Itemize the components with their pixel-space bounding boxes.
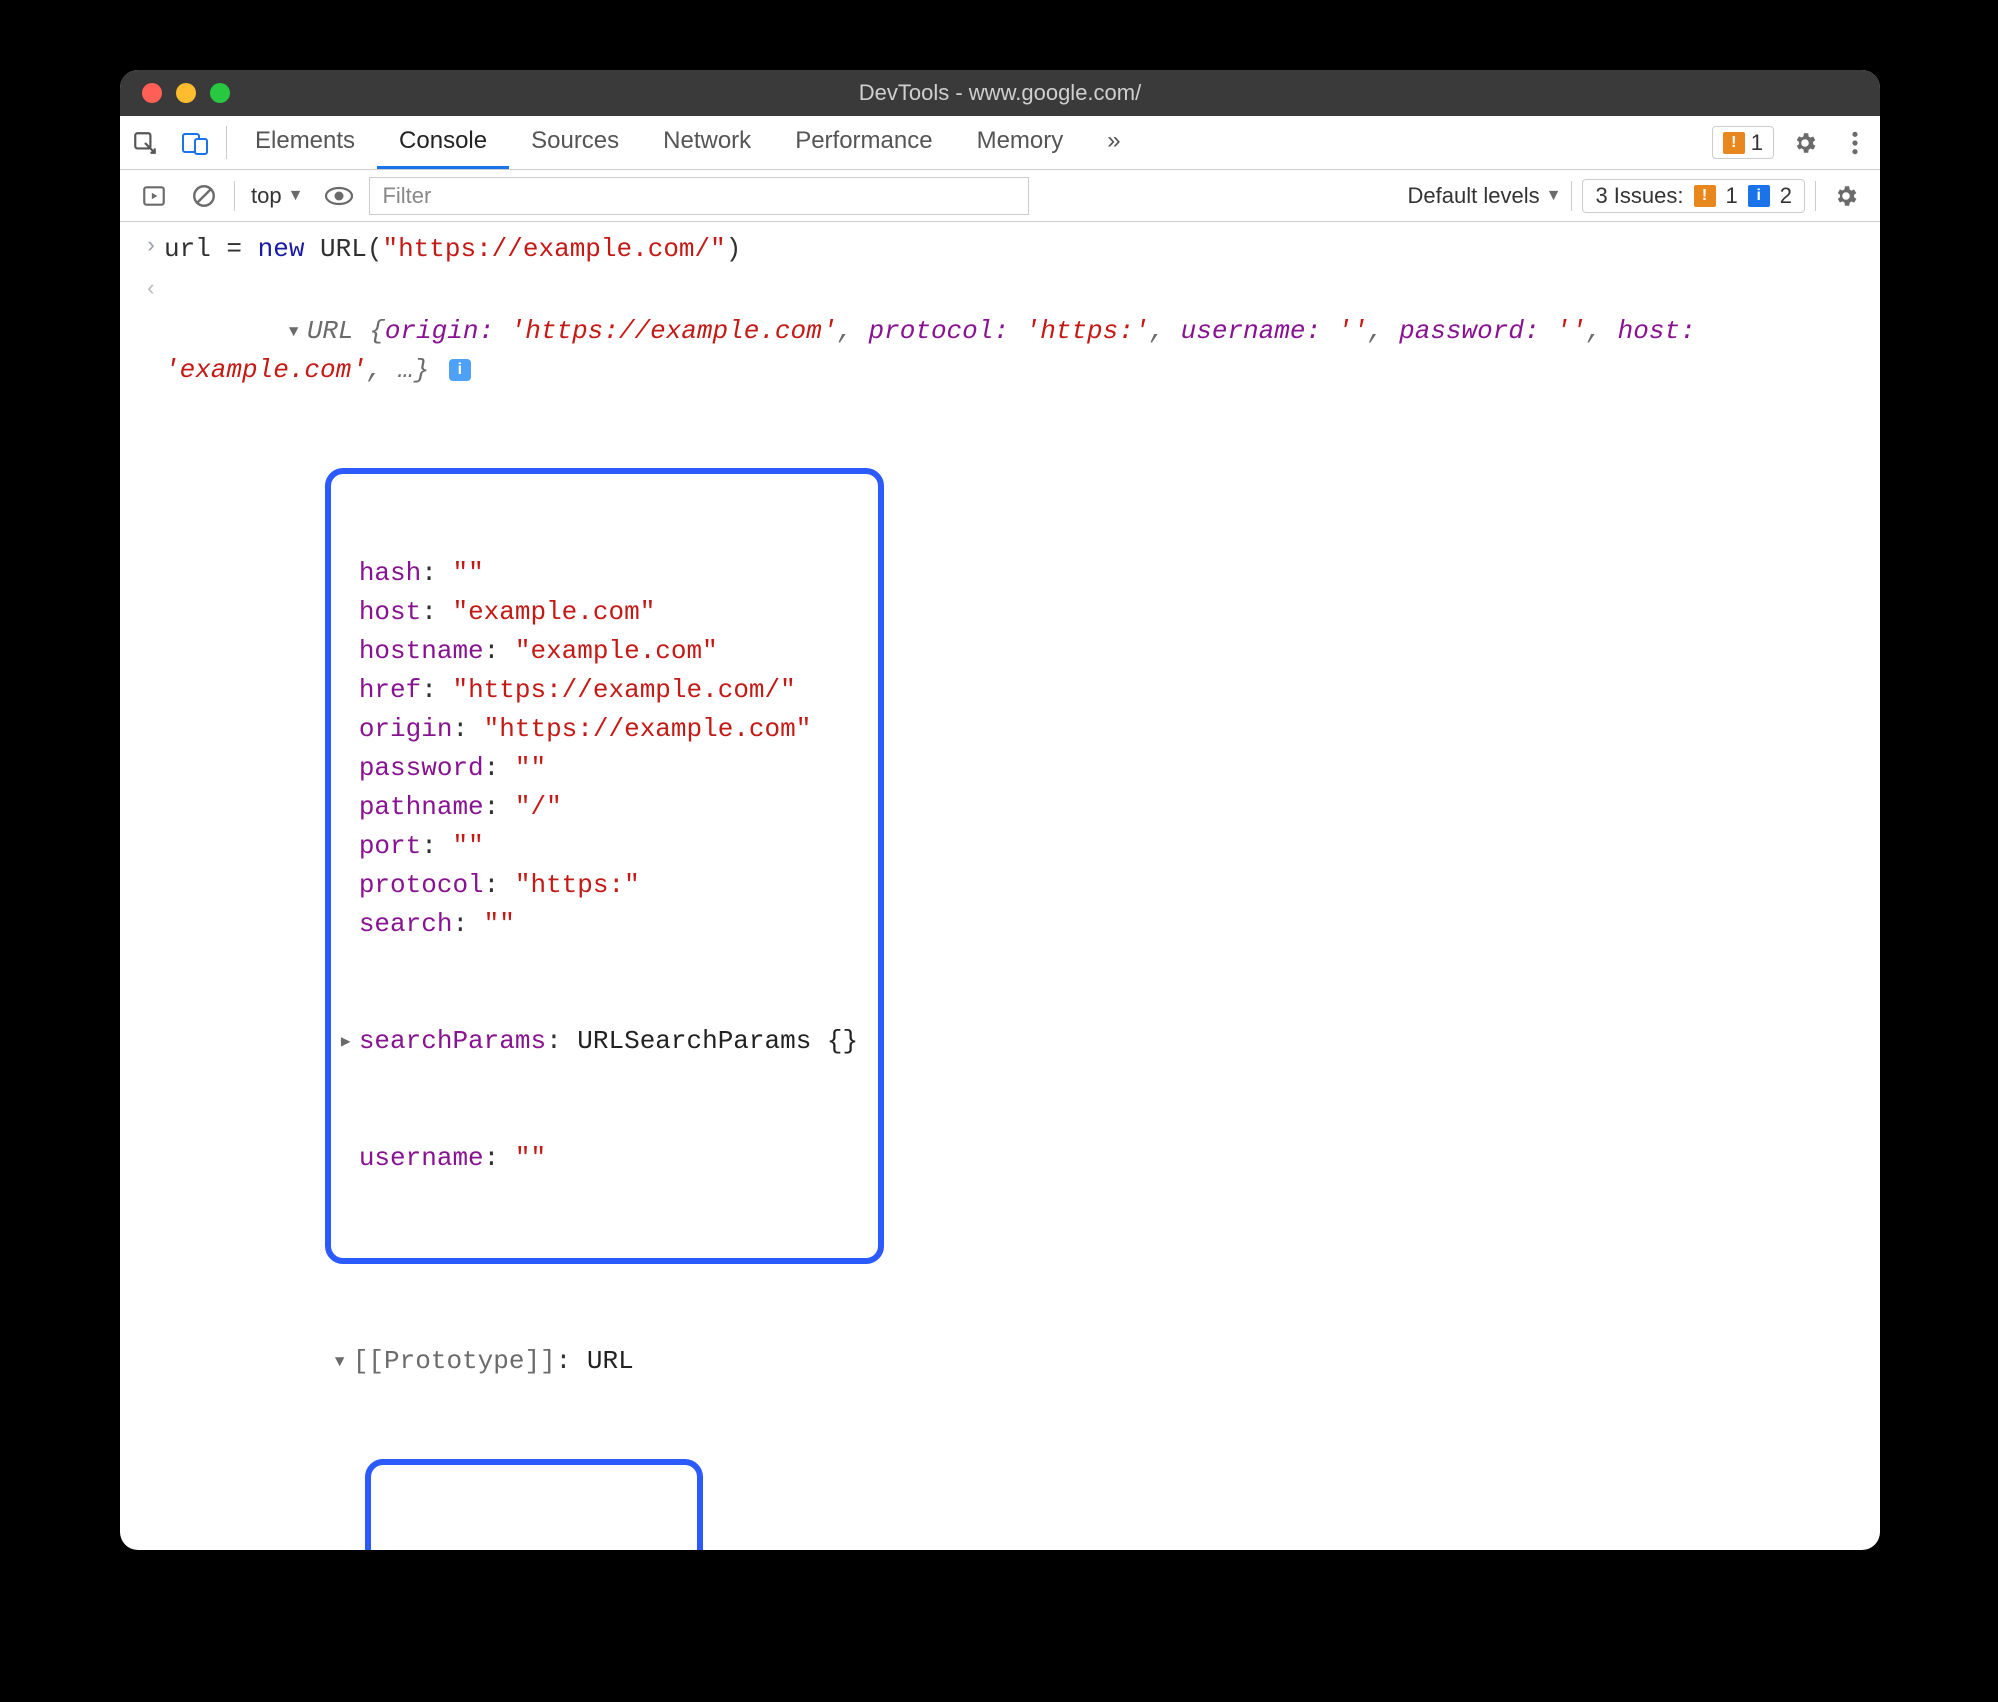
close-icon[interactable] [142,83,162,103]
clear-console-icon[interactable] [184,176,224,216]
info-icon: i [1748,185,1770,207]
property-row[interactable]: hash: "" [341,554,858,593]
log-levels-selector[interactable]: Default levels ▼ [1408,183,1562,209]
tab-network[interactable]: Network [641,116,773,169]
kebab-icon[interactable] [1830,116,1880,169]
levels-label: Default levels [1408,183,1540,209]
divider [234,181,235,211]
prompt-icon: › [138,230,164,263]
property-row[interactable]: searchParams: URLSearchParams {} [341,1022,858,1061]
result-icon: ‹ [138,273,164,306]
property-row[interactable]: href: "https://example.com/" [341,671,858,710]
tab-elements[interactable]: Elements [233,116,377,169]
console-toolbar: top ▼ Default levels ▼ 3 Issues: ! 1 i2 [120,170,1880,222]
own-properties: hash: ""host: "example.com"hostname: "ex… [120,431,1880,1301]
settings-icon[interactable] [1780,116,1830,169]
expand-icon[interactable] [341,1022,359,1061]
device-toggle-icon[interactable] [170,116,220,169]
sidebar-toggle-icon[interactable] [134,176,174,216]
titlebar: DevTools - www.google.com/ [120,70,1880,116]
caret-down-icon: ▼ [1546,187,1562,205]
traffic-lights [142,83,230,103]
context-label: top [251,183,282,209]
warnings-count: 1 [1751,130,1763,156]
tab-memory[interactable]: Memory [955,116,1086,169]
issues-button[interactable]: 3 Issues: ! 1 i2 [1582,179,1805,213]
console-input[interactable]: url = new URL("https://example.com/") [164,230,1862,269]
console-settings-icon[interactable] [1826,176,1866,216]
property-row[interactable]: hostname: "example.com" [341,632,858,671]
property-row[interactable]: hash: (...) [383,1543,679,1550]
window-title: DevTools - www.google.com/ [120,80,1880,106]
console-output-row: ‹ URL {origin: 'https://example.com', pr… [120,271,1880,431]
property-row[interactable]: port: "" [341,827,858,866]
object-summary[interactable]: URL {origin: 'https://example.com', prot… [164,273,1862,429]
warning-icon: ! [1723,132,1745,154]
property-row[interactable]: search: "" [341,905,858,944]
devtools-window: DevTools - www.google.com/ Elements Cons… [120,70,1880,1550]
tab-console[interactable]: Console [377,116,509,169]
expand-icon[interactable] [335,1342,353,1381]
property-row[interactable]: password: "" [341,749,858,788]
property-row[interactable]: username: "" [341,1139,858,1178]
property-row[interactable]: host: "example.com" [341,593,858,632]
issues-info-count: 2 [1780,183,1792,209]
live-expression-icon[interactable] [319,176,359,216]
tab-overflow[interactable]: » [1085,116,1142,169]
caret-down-icon: ▼ [288,187,304,205]
issues-warn-count: 1 [1726,183,1738,209]
property-row[interactable]: pathname: "/" [341,788,858,827]
property-row[interactable]: protocol: "https:" [341,866,858,905]
tab-sources[interactable]: Sources [509,116,641,169]
panel-tabs: Elements Console Sources Network Perform… [120,116,1880,170]
expand-icon[interactable] [289,312,307,351]
divider [1571,181,1572,211]
info-icon[interactable]: i [449,359,471,381]
divider [226,126,227,159]
proto-getters: hash: (...)host: (...)hostname: (...)hre… [120,1422,1880,1550]
console-body[interactable]: › url = new URL("https://example.com/") … [120,222,1880,1550]
divider [1815,181,1816,211]
tab-list: Elements Console Sources Network Perform… [233,116,1143,169]
zoom-icon[interactable] [210,83,230,103]
warning-icon: ! [1694,185,1716,207]
context-selector[interactable]: top ▼ [245,183,309,209]
filter-input[interactable] [369,177,1029,215]
console-input-row: › url = new URL("https://example.com/") [120,228,1880,271]
prototype-row[interactable]: [[Prototype]]: URL [120,1301,1880,1422]
tab-performance[interactable]: Performance [773,116,954,169]
property-row[interactable]: origin: "https://example.com" [341,710,858,749]
minimize-icon[interactable] [176,83,196,103]
inspect-icon[interactable] [120,116,170,169]
warnings-badge[interactable]: ! 1 [1712,126,1774,159]
issues-label: 3 Issues: [1595,183,1683,209]
